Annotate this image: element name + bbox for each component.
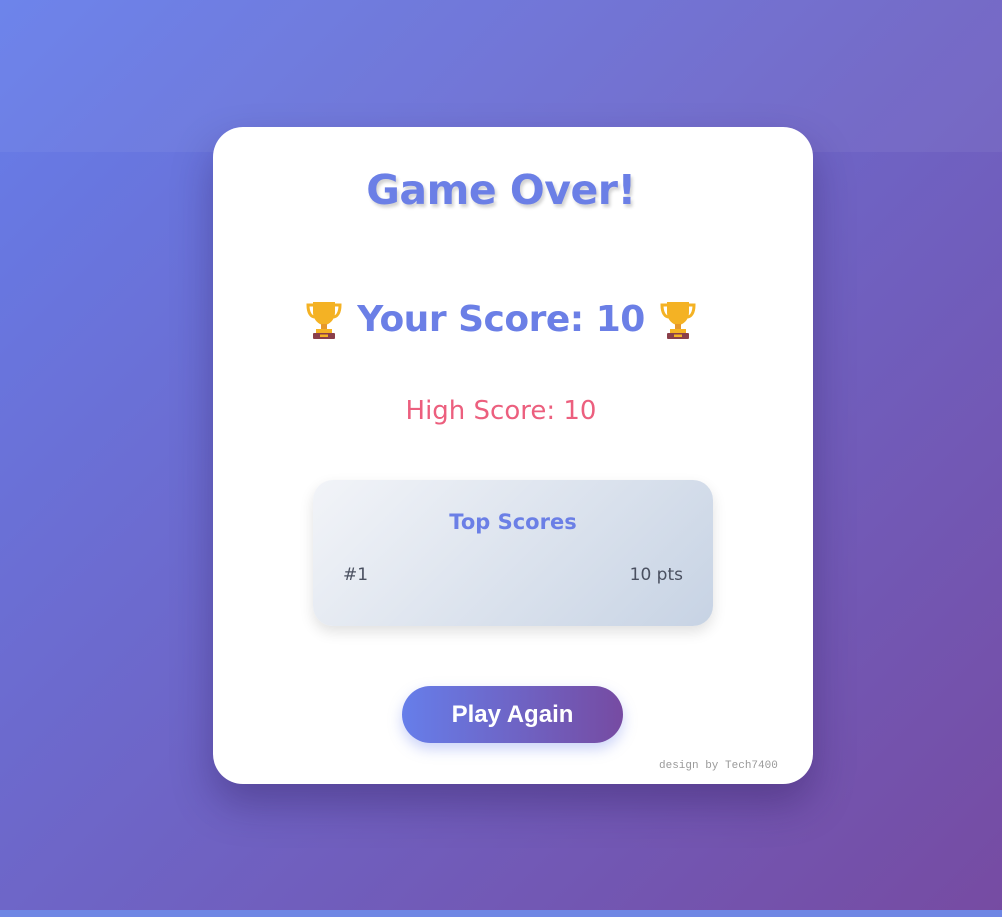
leaderboard-points: 10 pts <box>629 565 683 585</box>
high-score-text: High Score: 10 <box>405 396 597 426</box>
top-scores-title: Top Scores <box>449 510 577 534</box>
trophy-icon <box>659 298 697 340</box>
game-over-title: Game Over! <box>366 166 636 214</box>
play-again-button[interactable]: Play Again <box>402 686 623 743</box>
background-bottom-band <box>0 910 1002 917</box>
your-score-text: Your Score: 10 <box>357 298 645 340</box>
leaderboard-row: #1 10 pts <box>343 565 683 585</box>
top-scores-panel: Top Scores #1 10 pts <box>313 480 713 626</box>
your-score-line: Your Score: 10 <box>0 298 1002 340</box>
design-credit: design by Tech7400 <box>659 760 778 772</box>
trophy-icon <box>305 298 343 340</box>
leaderboard-rank: #1 <box>343 565 369 585</box>
